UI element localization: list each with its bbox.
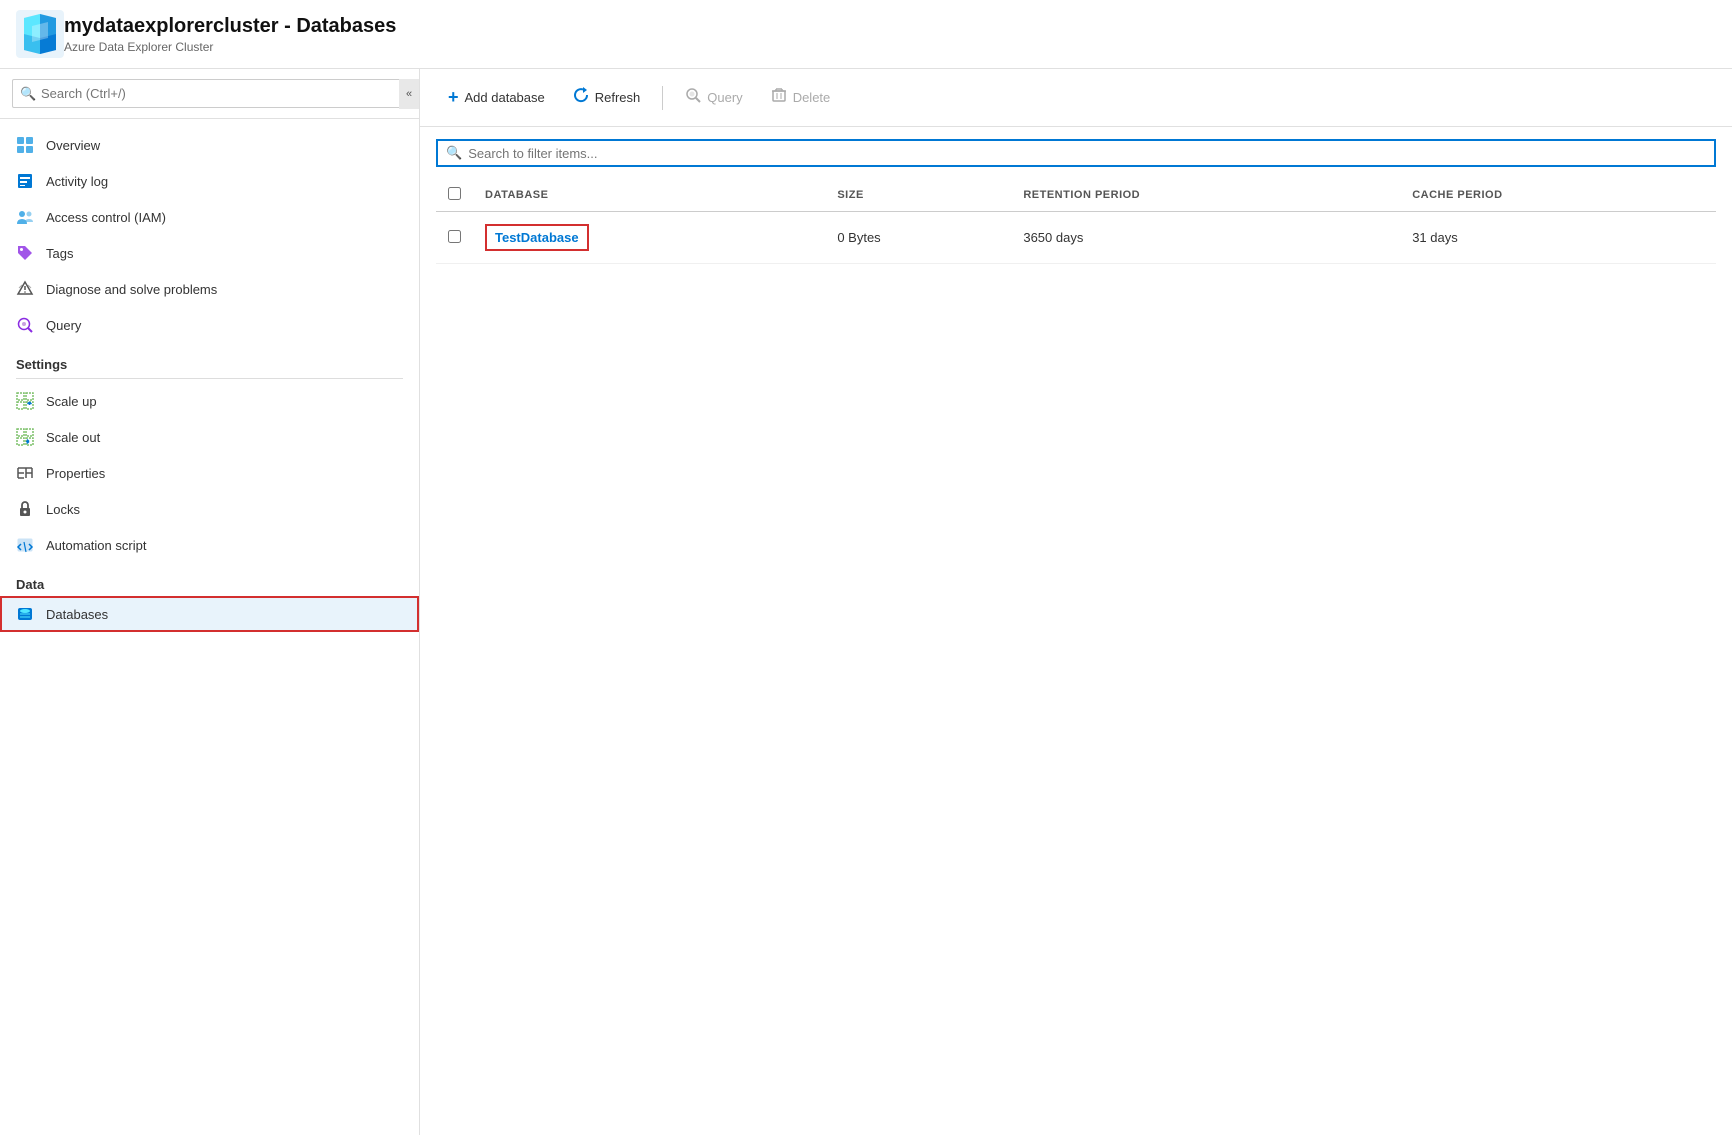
sidebar-item-diagnose-label: Diagnose and solve problems xyxy=(46,282,217,297)
data-section-header: Data xyxy=(0,563,419,596)
data-section-label: Data xyxy=(16,577,44,592)
row-cache: 31 days xyxy=(1400,212,1716,264)
sidebar-item-databases[interactable]: Databases xyxy=(0,596,419,632)
sidebar-item-tags[interactable]: Tags xyxy=(0,235,419,271)
refresh-button[interactable]: Refresh xyxy=(561,79,653,116)
query-toolbar-icon xyxy=(685,87,701,108)
content-area: + Add database Refresh xyxy=(420,69,1732,1135)
table-header: DATABASE SIZE RETENTION PERIOD CACHE PER… xyxy=(436,179,1716,212)
settings-section-header: Settings xyxy=(0,343,419,383)
databases-icon xyxy=(16,605,34,623)
sidebar-item-access-control[interactable]: Access control (IAM) xyxy=(0,199,419,235)
delete-button[interactable]: Delete xyxy=(759,79,843,116)
add-icon: + xyxy=(448,87,459,108)
add-database-label: Add database xyxy=(465,90,545,105)
col-database: DATABASE xyxy=(473,179,825,212)
sidebar-item-locks[interactable]: Locks xyxy=(0,491,419,527)
activity-log-icon xyxy=(16,172,34,190)
sidebar-item-properties-label: Properties xyxy=(46,466,105,481)
query-icon xyxy=(16,316,34,334)
table-row: TestDatabase 0 Bytes 3650 days 31 days xyxy=(436,212,1716,264)
refresh-label: Refresh xyxy=(595,90,641,105)
row-size: 0 Bytes xyxy=(825,212,1011,264)
diagnose-icon xyxy=(16,280,34,298)
header-text: mydataexplorercluster - Databases Azure … xyxy=(64,15,396,54)
row-checkbox[interactable] xyxy=(448,230,461,243)
sidebar-item-scale-up-label: Scale up xyxy=(46,394,97,409)
delete-label: Delete xyxy=(793,90,831,105)
query-label: Query xyxy=(707,90,742,105)
select-all-col xyxy=(436,179,473,212)
sidebar: 🔍 « Overview Activity log xyxy=(0,69,420,1135)
col-retention: RETENTION PERIOD xyxy=(1011,179,1400,212)
row-retention: 3650 days xyxy=(1011,212,1400,264)
scale-up-icon xyxy=(16,392,34,410)
filter-bar: 🔍 xyxy=(436,139,1716,167)
search-icon: 🔍 xyxy=(20,86,36,102)
sidebar-item-diagnose[interactable]: Diagnose and solve problems xyxy=(0,271,419,307)
sidebar-item-automation-label: Automation script xyxy=(46,538,146,553)
sidebar-item-automation[interactable]: Automation script xyxy=(0,527,419,563)
table-body: TestDatabase 0 Bytes 3650 days 31 days xyxy=(436,212,1716,264)
row-database-name: TestDatabase xyxy=(473,212,825,264)
sidebar-search-container: 🔍 « xyxy=(0,69,419,119)
table-area: 🔍 DATABASE SIZE xyxy=(420,127,1732,1135)
page-subtitle: Azure Data Explorer Cluster xyxy=(64,40,396,54)
filter-search-icon: 🔍 xyxy=(446,145,462,161)
sidebar-item-query[interactable]: Query xyxy=(0,307,419,343)
main-layout: 🔍 « Overview Activity log xyxy=(0,69,1732,1135)
database-link[interactable]: TestDatabase xyxy=(485,224,589,251)
tags-icon xyxy=(16,244,34,262)
row-checkbox-cell xyxy=(436,212,473,264)
col-size: SIZE xyxy=(825,179,1011,212)
delete-icon xyxy=(771,87,787,108)
locks-icon xyxy=(16,500,34,518)
sidebar-item-properties[interactable]: Properties xyxy=(0,455,419,491)
collapse-button[interactable]: « xyxy=(399,79,419,109)
properties-icon xyxy=(16,464,34,482)
sidebar-item-activity-log-label: Activity log xyxy=(46,174,108,189)
sidebar-item-tags-label: Tags xyxy=(46,246,73,261)
sidebar-item-overview[interactable]: Overview xyxy=(0,127,419,163)
toolbar-divider xyxy=(662,86,663,110)
app-logo xyxy=(16,10,64,58)
sidebar-item-locks-label: Locks xyxy=(46,502,80,517)
overview-icon xyxy=(16,136,34,154)
iam-icon xyxy=(16,208,34,226)
sidebar-item-scale-up[interactable]: Scale up xyxy=(0,383,419,419)
sidebar-item-scale-out-label: Scale out xyxy=(46,430,100,445)
scale-out-icon xyxy=(16,428,34,446)
filter-input[interactable] xyxy=(468,146,1706,161)
sidebar-item-iam-label: Access control (IAM) xyxy=(46,210,166,225)
add-database-button[interactable]: + Add database xyxy=(436,79,557,116)
sidebar-nav: Overview Activity log xyxy=(0,119,419,1135)
sidebar-item-query-label: Query xyxy=(46,318,81,333)
header: mydataexplorercluster - Databases Azure … xyxy=(0,0,1732,69)
settings-section-label: Settings xyxy=(16,357,403,379)
query-button[interactable]: Query xyxy=(673,79,754,116)
sidebar-item-databases-label: Databases xyxy=(46,607,108,622)
select-all-checkbox[interactable] xyxy=(448,187,461,200)
page-title: mydataexplorercluster - Databases xyxy=(64,15,396,38)
sidebar-item-scale-out[interactable]: Scale out xyxy=(0,419,419,455)
automation-icon xyxy=(16,536,34,554)
sidebar-item-activity-log[interactable]: Activity log xyxy=(0,163,419,199)
sidebar-item-overview-label: Overview xyxy=(46,138,100,153)
search-input[interactable] xyxy=(12,79,407,108)
databases-table: DATABASE SIZE RETENTION PERIOD CACHE PER… xyxy=(436,179,1716,264)
toolbar: + Add database Refresh xyxy=(420,69,1732,127)
refresh-icon xyxy=(573,87,589,108)
col-cache: CACHE PERIOD xyxy=(1400,179,1716,212)
